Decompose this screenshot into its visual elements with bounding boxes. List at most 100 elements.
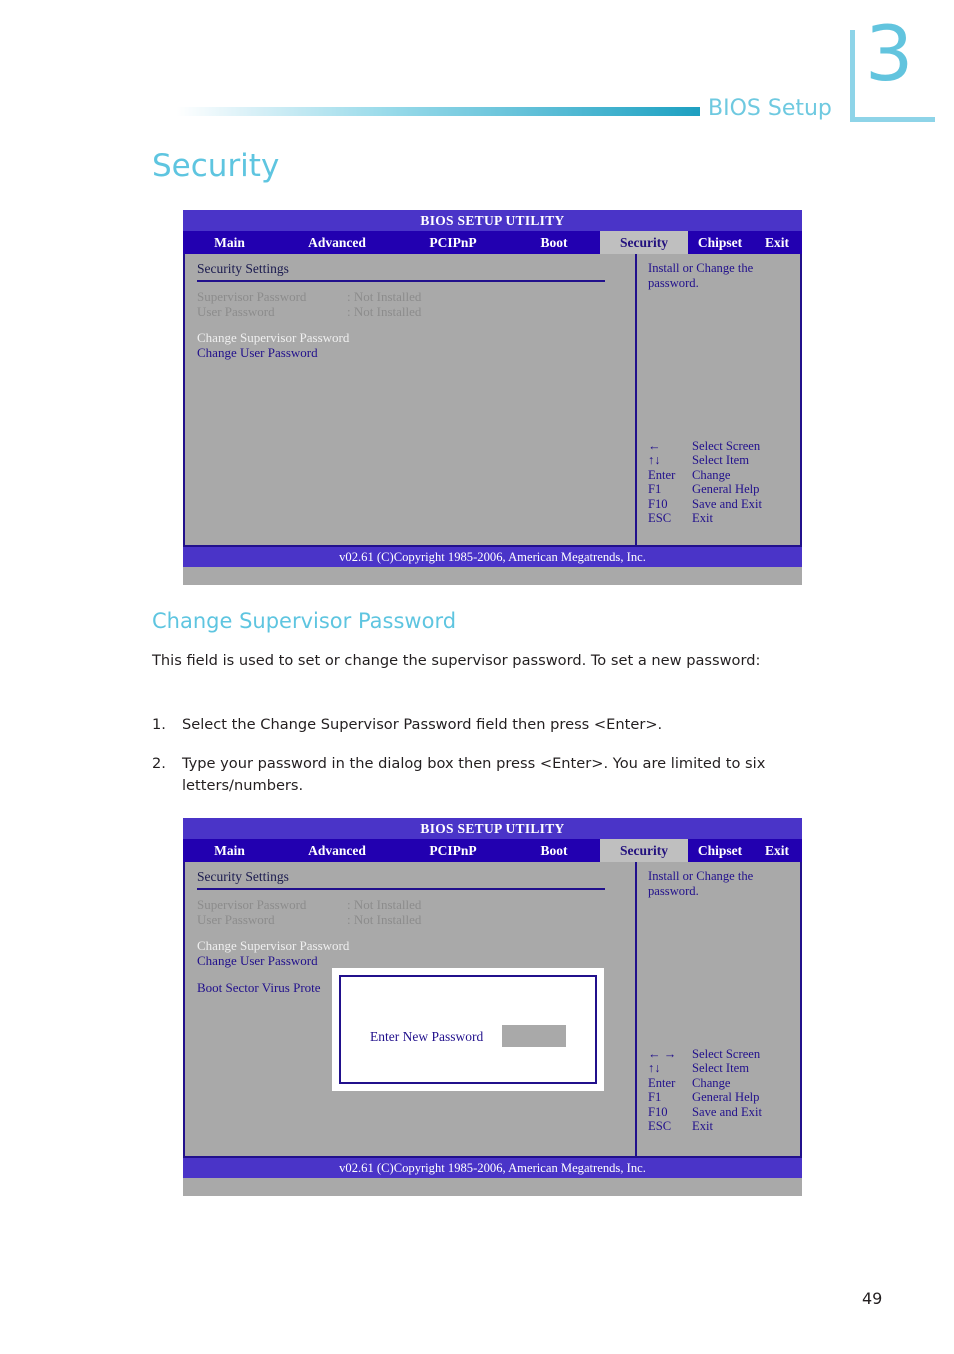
bios-key-row: Enter Change [648,468,798,482]
bios-status-value: : Not Installed [347,897,422,912]
bios-tab-advanced[interactable]: Advanced [276,839,398,862]
chapter-marker-vertical-rule [850,30,855,122]
bios-key-description: Exit [692,1119,713,1134]
bios-key-description: Select Screen [692,439,761,453]
bios-section-title: Security Settings [197,261,289,276]
bios-key-name: F10 [648,496,668,511]
bios-key-name: F1 [648,482,662,497]
bios-status-label: Supervisor Password [197,289,307,304]
bios-tab-main[interactable]: Main [183,839,276,862]
bios-key-name: ← → [648,1047,677,1061]
bios-section-divider [197,280,605,282]
bios-tab-exit[interactable]: Exit [752,231,802,254]
bios-key-name: F1 [648,1090,662,1105]
bios-action-change-user-password[interactable]: Change User Password [197,953,635,968]
bios-key-row: F1 General Help [648,1090,798,1104]
step-item-2: 2. Type your password in the dialog box … [152,753,832,797]
bios-key-description: General Help [692,482,760,497]
bios-key-row: F1 General Help [648,482,798,496]
bios-key-row: ← → Select Screen [648,1047,798,1061]
bios-status-value: : Not Installed [347,304,422,319]
bios-key-description: Select Screen [692,1047,761,1061]
chapter-number: 3 [865,9,914,98]
bios-key-description: Select Item [692,1061,749,1076]
bios-action-change-supervisor-password[interactable]: Change Supervisor Password [197,330,635,345]
bios-status-list: Supervisor Password : Not Installed User P… [197,897,635,927]
bios-tab-pcipnp[interactable]: PCIPnP [398,839,508,862]
bios-section-title: Security Settings [197,869,289,884]
bios-key-row: F10 Save and Exit [648,497,798,511]
bios-tab-chipset[interactable]: Chipset [688,839,752,862]
bios-key-row: ← Select Screen [648,439,798,453]
bios-status-value: : Not Installed [347,912,422,927]
bios-title-bar: BIOS SETUP UTILITY [183,818,802,839]
bios-key-legend: ← Select Screen ↑↓ Select Item Enter Change F1… [648,439,798,525]
bios-action-change-user-password[interactable]: Change User Password [197,345,635,360]
bios-section-divider [197,888,605,890]
bios-status-label: User Password [197,304,275,319]
bios-key-name: ↑↓ [648,453,661,468]
bios-help-pane: Install or Change the password. ← → Selec… [637,862,800,1156]
bios-key-description: General Help [692,1090,760,1105]
bios-tab-main[interactable]: Main [183,231,276,254]
bios-status-row: User Password: Not Installed [197,912,635,927]
running-header: BIOS Setup [155,96,835,126]
chapter-marker: 3 [843,16,935,128]
bios-status-row: Supervisor Password : Not Installed [197,289,635,304]
page-title: Security [152,148,280,184]
bios-key-name: ESC [648,511,672,526]
bios-key-name: Enter [648,467,676,482]
bios-key-row: ↑↓ Select Item [648,453,798,467]
bios-tab-boot[interactable]: Boot [508,231,600,254]
bios-status-row: Supervisor Password : Not Installed [197,897,635,912]
intro-paragraph: This field is used to set or change the … [152,652,761,669]
step-marker: 1. [152,716,166,733]
bios-screenshot-password-dialog: BIOS SETUP UTILITY Main Advanced PCIPnP Boo… [183,818,802,1196]
bios-status-label: Supervisor Password [197,897,307,912]
bios-status-value: : Not Installed [347,289,422,304]
bios-status-list: Supervisor Password: Not Installed User P… [197,289,635,319]
bios-footer: v02.61 (C)Copyright 1985-2006, American … [183,1158,802,1178]
bios-tab-boot[interactable]: Boot [508,839,600,862]
bios-key-row: ESC Exit [648,1119,798,1133]
bios-screenshot-security: BIOS SETUP UTILITY Main Advanced PCIPnP Boo… [183,210,802,585]
bios-status-row: User Password : Not Installed [197,304,635,319]
bios-key-name: ↑↓ [648,1061,661,1076]
bios-body: Security Settings Supervisor Password : N… [183,254,802,547]
bios-tab-security[interactable]: Security [600,839,688,862]
chapter-marker-horizontal-rule [850,117,935,122]
bios-tab-advanced[interactable]: Advanced [276,231,398,254]
bios-action-list: Change Supervisor Password Change User Pa… [197,330,635,360]
bios-action-list: Change Supervisor Password Change User Pa… [197,938,635,968]
bios-key-description: Change [692,467,731,482]
bios-tab-bar: Main Advanced PCIPnP Boot Security Chipset Exi… [183,839,802,862]
bios-tab-security[interactable]: Security [600,231,688,254]
bios-key-name: ← [648,439,661,453]
bios-key-row: ESC Exit [648,511,798,525]
header-gradient-rule [155,107,700,116]
bios-title-bar: BIOS SETUP UTILITY [183,210,802,231]
bios-key-description: Save and Exit [692,1104,762,1119]
bios-key-description: Change [692,1075,731,1090]
dialog-frame: Enter New Password [339,975,597,1084]
section-subheading: Change Supervisor Password [152,609,457,633]
bios-tab-chipset[interactable]: Chipset [688,231,752,254]
bios-action-change-supervisor-password[interactable]: Change Supervisor Password [197,938,635,953]
bios-help-text: Install or Change the password. [648,261,754,290]
bios-help-pane: Install or Change the password. ← Select … [637,254,800,545]
bios-footer: v02.61 (C)Copyright 1985-2006, American … [183,547,802,567]
bios-tab-exit[interactable]: Exit [752,839,802,862]
step-text: Select the Change Supervisor Password fi… [182,716,663,733]
bios-settings-pane: Security Settings Supervisor Password : N… [185,254,637,545]
bios-key-name: Enter [648,1075,676,1090]
bios-tab-bar: Main Advanced PCIPnP Boot Security Chipset Exi… [183,231,802,254]
bios-key-row: Enter Change [648,1076,798,1090]
bios-key-description: Select Item [692,453,749,468]
page-number: 49 [862,1289,883,1308]
password-input[interactable] [502,1025,566,1047]
running-head-label: BIOS Setup [708,96,832,121]
bios-tab-pcipnp[interactable]: PCIPnP [398,231,508,254]
bios-key-row: F10 Save and Exit [648,1105,798,1119]
bios-key-name: ESC [648,1119,672,1134]
